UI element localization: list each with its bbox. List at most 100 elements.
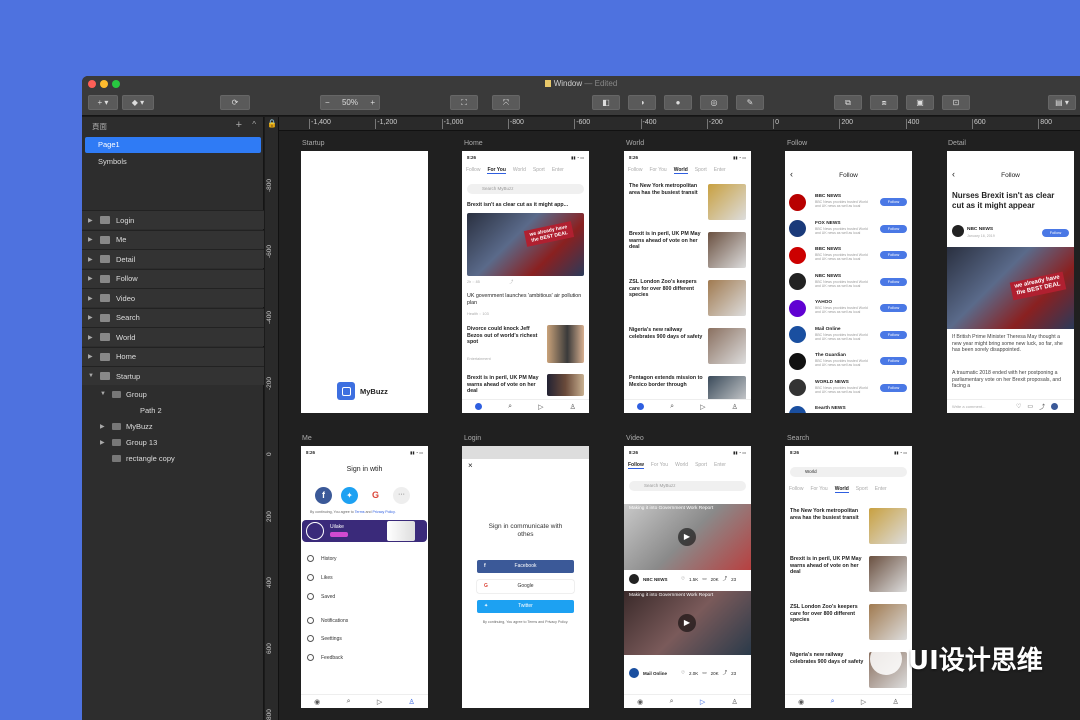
video-nav-icon[interactable]: ▷ [377,698,382,706]
artboard-layer-follow[interactable]: ▶ Follow [82,268,264,288]
disclosure-icon[interactable]: ▶ [100,439,105,446]
tab-follow[interactable]: Follow [466,167,480,174]
artboard-label-world[interactable]: World [626,140,644,147]
layer-item-rectangle-copy[interactable]: rectangle copy [82,450,264,466]
follow-item[interactable]: BBC NEWS BBC News provides trusted World … [785,242,912,268]
search-nav-icon[interactable]: ⌕ [508,403,512,411]
promo-banner[interactable]: Uilake [302,520,427,542]
profile-nav-icon[interactable]: ♙ [893,698,899,706]
search-nav-icon[interactable]: ⌕ [347,698,351,706]
search-nav-icon[interactable]: ⌕ [670,698,674,706]
artboard-world[interactable]: 8:26 ▮▮ ◔ ▭ Follow For You World Sport E… [624,151,751,413]
add-page-button[interactable]: + [236,119,242,131]
insert-button[interactable]: + ▾ [88,95,118,110]
lock-icon[interactable]: 🔒 [267,119,277,129]
play-icon[interactable]: ▶ [678,614,696,632]
search-nav-icon[interactable]: ⌕ [831,698,835,706]
tab-enter[interactable]: Enter [714,462,726,469]
menu-item-saved[interactable]: Saved [307,593,335,600]
follow-item[interactable]: NBC NEWS BBC News provides trusted World … [785,269,912,295]
play-icon[interactable]: ▶ [678,528,696,546]
home-nav-icon[interactable] [475,403,483,410]
artboard-layer-startup[interactable]: ▼ Startup [82,366,264,385]
video-player[interactable]: Making it into Government Work Report ▶ [624,504,751,570]
artboard-label-login[interactable]: Login [464,435,481,442]
share-icon[interactable]: ⤴ [723,576,728,582]
follow-item[interactable]: WORLD NEWS BBC News provides trusted Worl… [785,375,912,401]
tab-sport[interactable]: Sport [695,167,707,174]
disclosure-icon[interactable]: ▶ [100,423,105,430]
search-input[interactable]: Search MyBuzz [467,184,584,194]
close-icon[interactable]: × [468,461,473,470]
tab-sport[interactable]: Sport [856,486,868,493]
tab-enter[interactable]: Enter [875,486,887,493]
search-input[interactable]: World [790,467,907,477]
headline[interactable]: Brexit isn't as clear cut as it might ap… [467,202,585,209]
like-icon[interactable]: ♡ [681,670,685,676]
union-button[interactable]: ◧ [592,95,620,110]
intersect-button[interactable]: ● [664,95,692,110]
disclosure-icon[interactable]: ▶ [88,314,100,321]
subtract-button[interactable]: ◑ [628,95,656,110]
follow-button[interactable]: Follow [880,224,907,233]
tab-for-you[interactable]: For You [487,167,506,174]
article-title[interactable]: Nigeria's new railway celebrates 900 day… [790,652,864,665]
follow-button[interactable]: Follow [1042,229,1069,237]
search-input[interactable]: Search MyBuzz [629,481,746,491]
menu-item-history[interactable]: History [307,555,337,562]
facebook-login-button[interactable]: f Facebook [477,560,574,573]
disclosure-icon[interactable]: ▼ [88,373,100,379]
google-login-button[interactable]: G Google [477,580,574,593]
tab-world[interactable]: World [513,167,526,174]
follow-button[interactable]: Follow [880,251,907,259]
tab-for-you[interactable]: For You [651,462,668,469]
tab-sport[interactable]: Sport [695,462,707,469]
disclosure-icon[interactable]: ▶ [88,236,100,243]
artboard-label-detail[interactable]: Detail [948,140,966,147]
disclosure-icon[interactable]: ▶ [88,353,100,360]
follow-button[interactable]: Follow [880,277,907,286]
follow-item[interactable]: Mail Online BBC News provides trusted Wor… [785,322,912,348]
tab-for-you[interactable]: For You [649,167,666,174]
share-icon[interactable]: ⤴ [723,670,728,676]
comment-icon[interactable]: ▭ [702,670,706,676]
artboard-label-video[interactable]: Video [626,435,644,442]
profile-nav-icon[interactable]: ♙ [570,403,576,411]
profile-nav-icon[interactable]: ♙ [732,698,738,706]
layer-item-mybuzz[interactable]: ▶ MyBuzz [82,418,264,434]
like-icon[interactable]: ♡ [681,576,685,582]
disclosure-icon[interactable]: ▶ [88,275,100,282]
zoom-in-button[interactable]: + [370,98,375,107]
tab-follow[interactable]: Follow [628,167,642,174]
article-title[interactable]: Brexit is in peril, UK PM May warns ahea… [790,556,864,576]
twitter-login-button[interactable]: ✦ Twitter [477,600,574,613]
article-title[interactable]: Brexit is in peril, UK PM May warns ahea… [467,375,542,395]
forward-button[interactable]: ⧉ [834,95,862,110]
menu-item-notifications[interactable]: Notifications [307,617,348,624]
tab-follow[interactable]: Follow [628,462,644,469]
follow-item[interactable]: BBC NEWS BBC News provides trusted World … [785,189,912,215]
view-button[interactable]: ▤ ▾ [1048,95,1076,110]
artboard-layer-home[interactable]: ▶ Home [82,346,264,366]
twitter-button[interactable]: ✦ [341,487,358,504]
facebook-icon[interactable] [1051,403,1059,410]
article-title[interactable]: Brexit is in peril, UK PM May warns ahea… [629,231,703,251]
disclosure-icon[interactable]: ▶ [88,334,100,341]
comment-icon[interactable]: ▭ [1027,403,1033,410]
article-title[interactable]: Pentagon extends mission to Mexico borde… [629,375,703,388]
refresh-button[interactable]: ⟳ [220,95,250,110]
home-nav-icon[interactable]: ◉ [314,698,320,706]
article-title[interactable]: Nigeria's new railway celebrates 900 day… [629,327,703,340]
google-button[interactable]: G [367,487,384,504]
video-nav-icon[interactable]: ▷ [861,698,866,706]
facebook-button[interactable]: f [315,487,332,504]
artboard-video[interactable]: 8:26 ▮▮ ◔ ▭ Follow For You World Sport E… [624,446,751,708]
home-nav-icon[interactable] [637,403,645,410]
artboard-layer-login[interactable]: ▶ Login [82,210,264,229]
menu-item-likes[interactable]: Likes [307,574,333,581]
layer-item-path-2[interactable]: Path 2 [82,402,264,418]
artboard-layer-me[interactable]: ▶ Me [82,229,264,249]
article-title[interactable]: The New York metropolitan area has the b… [629,183,703,196]
artboard-label-search[interactable]: Search [787,435,809,442]
follow-button[interactable]: Follow [880,383,907,392]
